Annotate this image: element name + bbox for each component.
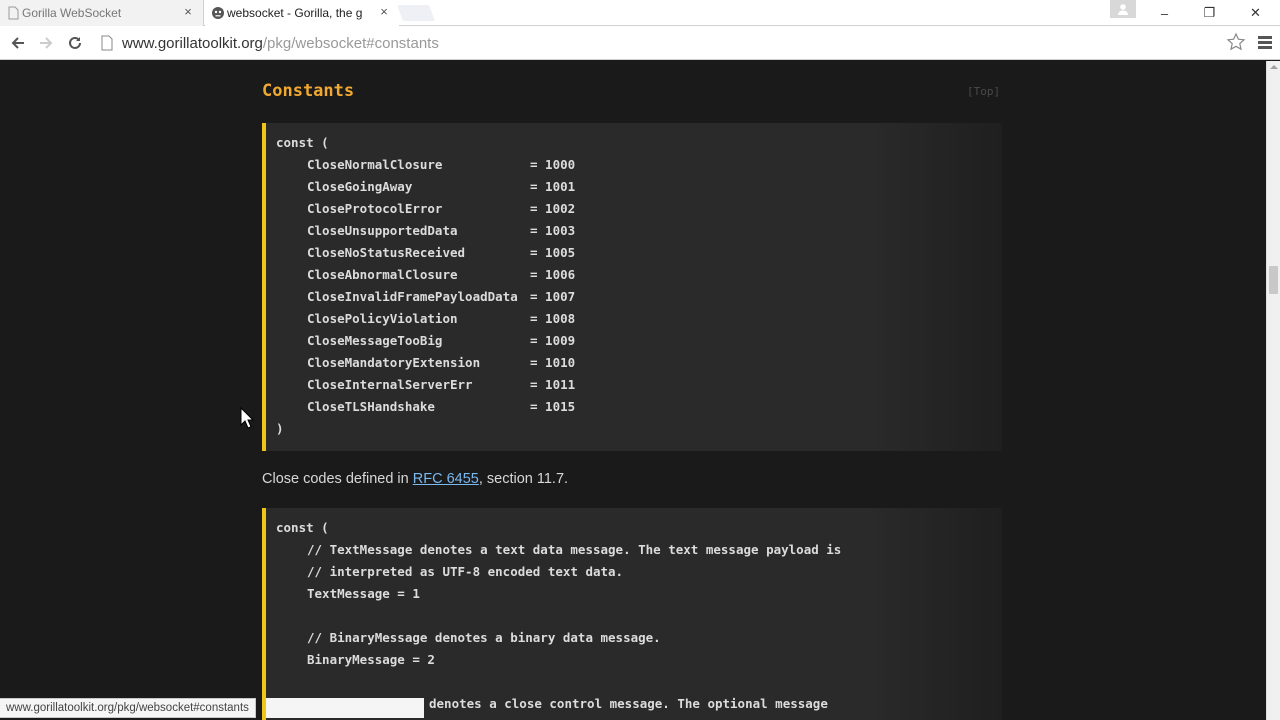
tab-gorilla-websocket[interactable]: Gorilla WebSocket × [0,0,204,26]
code-line: CloseGoingAway = 1001 [276,179,1002,201]
code-line: CloseMessageTooBig = 1009 [276,333,1002,355]
tab-websocket-docs[interactable]: websocket - Gorilla, the g × [205,0,399,26]
user-icon [1118,4,1128,15]
close-codes-description: Close codes defined in RFC 6455, section… [262,471,568,487]
close-tab-icon[interactable]: × [181,5,195,19]
constant-value: = 1006 [530,267,576,282]
address-bar[interactable]: www.gorillatoolkit.org/pkg/websocket#con… [96,30,1254,56]
constant-name: CloseInternalServerErr [307,377,473,392]
page-icon [8,6,19,20]
tab-strip: Gorilla WebSocket × websocket - Gorilla,… [0,0,1280,26]
constant-name: CloseUnsupportedData [307,223,458,238]
constant-value: = 1007 [530,289,576,304]
scrollbar-thumb[interactable] [1269,266,1278,294]
code-line: CloseAbnormalClosure = 1006 [276,267,1002,289]
minimize-button[interactable]: – [1142,0,1187,26]
code-line: CloseUnsupportedData = 1003 [276,223,1002,245]
vertical-scrollbar[interactable] [1266,61,1280,720]
browser-menu-icon[interactable] [1258,36,1272,51]
code-comment: // BinaryMessage denotes a binary data m… [307,630,661,645]
status-bar-url: www.gorillatoolkit.org/pkg/websocket#con… [0,698,256,718]
constant-value: = 1008 [530,311,576,326]
back-button[interactable] [7,32,29,54]
constant-name: CloseTLSHandshake [307,399,435,414]
code-comment: // TextMessage denotes a text data messa… [307,542,842,557]
constant-value: = 1015 [530,399,576,414]
code-line: CloseInternalServerErr = 1011 [276,377,1002,399]
top-link[interactable]: [Top] [967,85,1000,98]
bookmark-star-icon[interactable] [1226,32,1246,52]
close-window-button[interactable]: ✕ [1233,0,1278,26]
constant-value: = 1005 [530,245,576,260]
forward-button[interactable] [35,32,57,54]
close-tab-icon[interactable]: × [377,5,391,19]
page-icon [101,35,113,51]
rfc-6455-link[interactable]: RFC 6455 [413,471,479,487]
reload-icon [69,36,81,49]
status-bar-overlay [266,698,424,718]
code-line: CloseInvalidFramePayloadData = 1007 [276,289,1002,311]
mouse-cursor-icon [240,407,254,429]
code-line: CloseNoStatusReceived = 1005 [276,245,1002,267]
url-host: www.gorillatoolkit.org [122,34,263,52]
page-viewport: Constants [Top] const ( CloseNormalClosu… [0,61,1266,720]
constant-value: = 1009 [530,333,576,348]
constant-name: CloseNoStatusReceived [307,245,466,260]
description-text: Close codes defined in [262,471,413,487]
code-line: BinaryMessage = 2 [307,652,435,667]
code-line: CloseProtocolError = 1002 [276,201,1002,223]
constant-value: = 1003 [530,223,576,238]
profile-button[interactable] [1110,0,1136,18]
code-comment: // interpreted as UTF-8 encoded text dat… [307,564,624,579]
code-line: CloseTLSHandshake = 1015 [276,399,1002,421]
constant-name: CloseAbnormalClosure [307,267,458,282]
code-line: ) [276,421,284,436]
code-line: const ( [276,135,329,150]
constant-name: CloseMessageTooBig [307,333,443,348]
code-line: const ( [276,520,329,535]
constant-name: CloseProtocolError [307,201,443,216]
gorilla-icon [212,7,224,19]
new-tab-button[interactable] [397,5,435,21]
close-codes-code-block: const ( CloseNormalClosure = 1000 CloseGo… [262,123,1002,451]
code-line: TextMessage = 1 [307,586,420,601]
tab-title: Gorilla WebSocket [22,6,122,20]
url-path: /pkg/websocket#constants [262,34,439,52]
constant-name: CloseGoingAway [307,179,413,194]
code-line: CloseMandatoryExtension = 1010 [276,355,1002,377]
code-line: CloseNormalClosure = 1000 [276,157,1002,179]
constant-value: = 1001 [530,179,576,194]
message-types-code-block: const ( // TextMessage denotes a text da… [262,508,1002,720]
maximize-button[interactable]: ❐ [1187,0,1232,26]
constant-name: ClosePolicyViolation [307,311,458,326]
browser-toolbar: www.gorillatoolkit.org/pkg/websocket#con… [0,26,1280,60]
reload-button[interactable] [64,32,86,54]
arrow-right-icon [40,37,53,49]
constant-value: = 1011 [530,377,576,392]
constant-name: CloseInvalidFramePayloadData [307,289,518,304]
code-line: ClosePolicyViolation = 1008 [276,311,1002,333]
scroll-up-arrow-icon[interactable] [1270,65,1278,69]
constant-name: CloseMandatoryExtension [307,355,481,370]
arrow-left-icon [11,37,24,49]
constant-name: CloseNormalClosure [307,157,443,172]
constant-value: = 1000 [530,157,576,172]
constant-value: = 1002 [530,201,576,216]
tab-title: websocket - Gorilla, the g [227,6,363,20]
description-text: , section 11.7. [478,471,569,487]
section-title: Constants [262,81,355,101]
constant-value: = 1010 [530,355,576,370]
